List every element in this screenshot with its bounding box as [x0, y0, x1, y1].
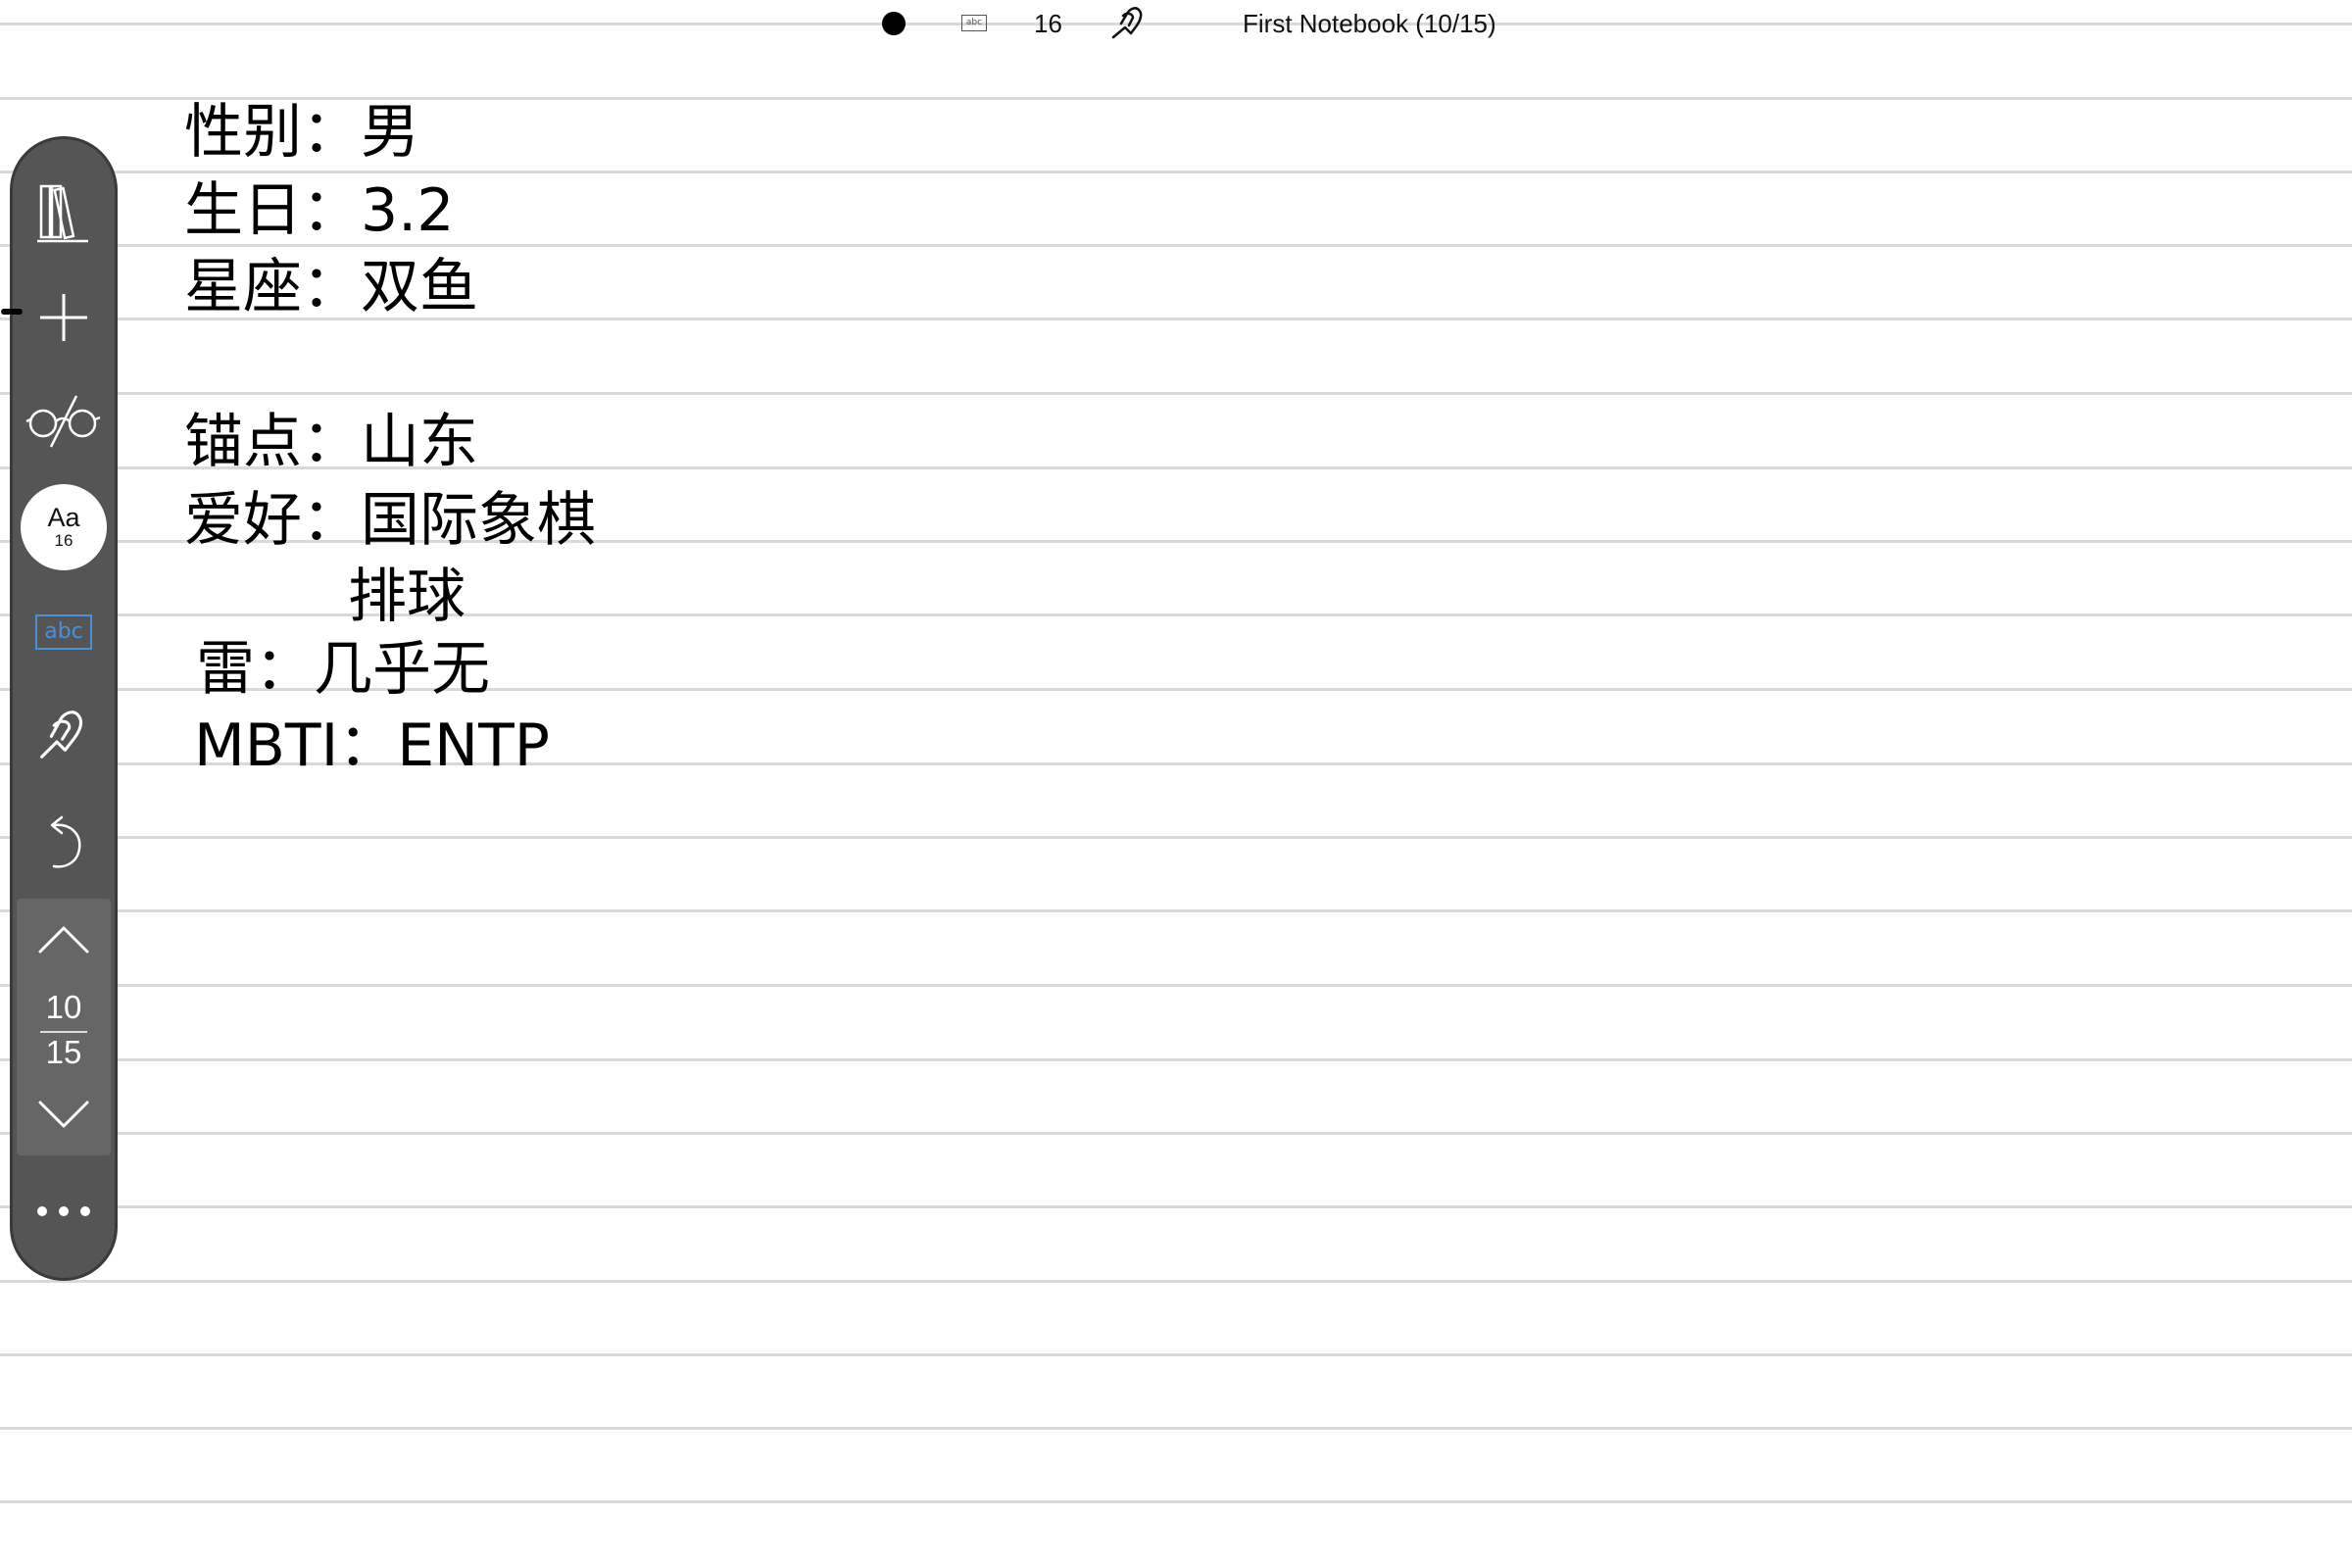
note-line[interactable]: 星座：双鱼 [184, 253, 478, 321]
page-total: 15 [45, 1034, 82, 1070]
library-icon [37, 184, 88, 243]
pen-size-indicator: 16 [1034, 9, 1062, 38]
page-navigator: 10 15 [17, 899, 111, 1155]
library-button[interactable] [13, 174, 115, 253]
note-line[interactable]: 性别：男 [184, 98, 419, 167]
more-icon [37, 1206, 90, 1216]
page-down-button[interactable] [17, 1087, 111, 1142]
hand-icon [40, 710, 82, 759]
read-mode-button[interactable] [13, 382, 115, 461]
note-line[interactable]: 雷：几乎无 [196, 635, 490, 704]
font-aa-label: Aa [47, 503, 80, 532]
pen-color-dot-icon[interactable] [882, 12, 906, 35]
add-icon [40, 294, 87, 341]
notebook-title: First Notebook (10/15) [1243, 9, 1496, 38]
font-size-button[interactable]: Aa 16 [13, 482, 115, 572]
page-current: 10 [45, 989, 82, 1025]
note-line[interactable]: 排球 [348, 563, 466, 631]
font-size-icon: Aa 16 [21, 484, 107, 570]
add-page-button[interactable] [13, 278, 115, 357]
font-size-value: 16 [54, 531, 74, 550]
hand-icon[interactable] [1109, 4, 1149, 43]
text-mode-icon[interactable]: abc [961, 15, 987, 31]
more-button[interactable] [13, 1182, 115, 1241]
undo-button[interactable] [13, 806, 115, 884]
note-line[interactable]: 锚点：山东 [184, 408, 478, 476]
note-line[interactable]: 爱好：国际象棋 [184, 486, 596, 555]
undo-icon [50, 815, 81, 868]
note-line[interactable]: 生日：3.2 [184, 176, 454, 245]
glasses-icon [25, 395, 101, 448]
page-up-icon [38, 926, 89, 954]
side-toolbar: Aa 16 abc 10 15 [1, 136, 118, 1281]
page-up-button[interactable] [17, 912, 111, 967]
page-down-icon [38, 1101, 89, 1128]
status-bar: abc 16 First Notebook (10/15) [0, 0, 2352, 47]
page-divider [40, 1031, 87, 1033]
keyboard-text-icon: abc [35, 614, 92, 650]
text-mode-button[interactable]: abc [13, 598, 115, 666]
hand-tool-button[interactable] [13, 696, 115, 774]
note-line[interactable]: MBTI：ENTP [194, 711, 550, 780]
